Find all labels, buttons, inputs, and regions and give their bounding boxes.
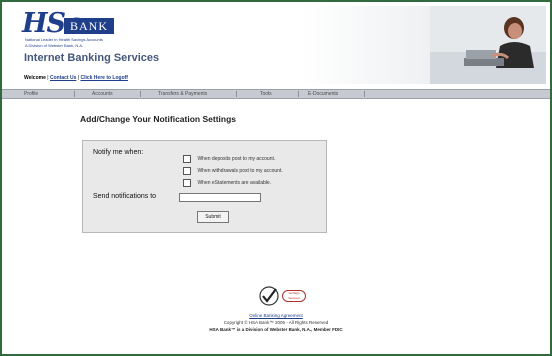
nav-transfers-payments[interactable]: Transfers & Payments xyxy=(158,90,207,98)
notification-destination-select[interactable] xyxy=(179,193,261,202)
verisign-check-icon[interactable] xyxy=(258,286,280,306)
online-banking-agreement-link[interactable]: Online Banking Agreement xyxy=(2,313,550,318)
submit-button[interactable]: Submit xyxy=(197,211,229,223)
notify-label: Notify me when: xyxy=(93,149,144,156)
nav-profile[interactable]: Profile xyxy=(24,90,38,98)
nav-divider xyxy=(74,91,75,97)
nav-divider xyxy=(236,91,237,97)
verisign-seal: VeriSign Secured xyxy=(282,290,306,302)
nav-divider xyxy=(140,91,141,97)
option-withdrawals: When withdrawals post to my account. xyxy=(183,162,283,175)
service-title: Internet Banking Services xyxy=(24,52,160,64)
option-estatements: When eStatements are available. xyxy=(183,174,271,187)
browser-frame: HSa BANK National Leader in Health Savin… xyxy=(0,0,552,356)
option-deposits: When deposits post to my account. xyxy=(183,150,275,163)
separator: | xyxy=(47,75,49,81)
logo-tagline: National Leader in Health Savings Accoun… xyxy=(25,37,103,42)
send-notifications-label: Send notifications to xyxy=(93,193,157,200)
estatements-option-label: When eStatements are available. xyxy=(197,179,272,186)
page-title: Add/Change Your Notification Settings xyxy=(80,114,236,124)
deposits-option-label: When deposits post to my account. xyxy=(197,155,276,162)
main-nav: Profile Accounts Transfers & Payments To… xyxy=(2,89,550,99)
nav-divider xyxy=(364,91,365,97)
header-photo xyxy=(430,6,546,84)
withdrawals-option-label: When withdrawals post to my account. xyxy=(197,167,283,174)
nav-divider xyxy=(298,91,299,97)
estatements-checkbox[interactable] xyxy=(183,178,191,187)
welcome-label: Welcome xyxy=(24,75,46,81)
contact-us-link[interactable]: Contact Us xyxy=(50,75,76,81)
welcome-bar: Welcome | Contact Us | Click Here to Log… xyxy=(24,75,128,81)
copyright-text: Copyright © HSA Bank™ 2005 - All Rights … xyxy=(223,320,329,325)
logoff-link[interactable]: Click Here to Logoff xyxy=(80,75,128,81)
separator: | xyxy=(77,75,80,81)
bank-disclosure: HSA Bank™ is a Division of Webster Bank,… xyxy=(209,327,343,332)
bank-logo-badge: BANK xyxy=(64,18,114,34)
notification-settings-panel: Notify me when: When deposits post to my… xyxy=(82,140,327,233)
page-header: HSa BANK National Leader in Health Savin… xyxy=(2,2,550,86)
logo-tagline-division: A Division of Webster Bank, N.A. xyxy=(25,43,84,48)
nav-accounts[interactable]: Accounts xyxy=(92,90,113,98)
nav-e-documents[interactable]: E-Documents xyxy=(308,90,338,98)
header-gradient xyxy=(302,6,432,84)
nav-tools[interactable]: Tools xyxy=(260,90,272,98)
